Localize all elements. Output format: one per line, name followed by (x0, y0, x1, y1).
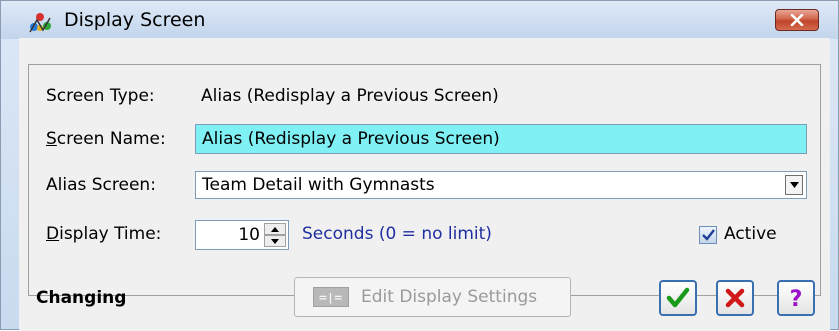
active-checkbox[interactable] (699, 226, 717, 244)
dialog-body: Screen Type: Alias (Redisplay a Previous… (19, 38, 830, 331)
display-time-label-accel: D (46, 224, 60, 244)
spinner-buttons (264, 223, 286, 247)
screen-type-label: Screen Type: (46, 86, 155, 106)
alias-screen-selected: Team Detail with Gymnasts (202, 175, 435, 195)
check-icon (666, 287, 690, 308)
screen-type-value: Alias (Redisplay a Previous Screen) (201, 86, 499, 106)
screen-name-label: Screen Name: (46, 129, 166, 149)
ok-button[interactable] (659, 280, 697, 316)
title-bar[interactable]: Display Screen (1, 1, 838, 39)
help-button[interactable]: ? (777, 280, 815, 316)
edit-display-settings-label: Edit Display Settings (361, 287, 538, 307)
question-icon: ? (790, 287, 803, 310)
edit-display-settings-button[interactable]: =|= Edit Display Settings (294, 277, 571, 317)
x-icon (725, 288, 745, 308)
close-button[interactable] (775, 9, 819, 31)
seconds-hint: Seconds (0 = no limit) (302, 224, 492, 244)
svg-text:?: ? (790, 287, 803, 310)
triangle-up-icon (271, 226, 279, 232)
spin-up-button[interactable] (264, 223, 286, 235)
active-label[interactable]: Active (724, 224, 777, 244)
cancel-button[interactable] (716, 280, 754, 316)
display-time-spinner[interactable]: 10 (195, 220, 289, 250)
display-time-label-text: isplay Time: (59, 224, 162, 244)
display-screen-window: Display Screen Screen Type: Alias (Redis… (0, 0, 839, 331)
chevron-down-icon (789, 182, 799, 188)
dropdown-arrow-button[interactable] (785, 175, 803, 195)
status-text: Changing (36, 288, 127, 308)
gymnasts-app-icon (29, 13, 51, 33)
spin-down-button[interactable] (264, 235, 286, 247)
display-time-label: Display Time: (46, 224, 161, 244)
display-settings-icon: =|= (313, 287, 349, 307)
checkmark-icon (701, 229, 715, 241)
window-title: Display Screen (64, 9, 206, 31)
alias-screen-label: Alias Screen: (46, 175, 156, 195)
close-icon (790, 14, 804, 26)
triangle-down-icon (271, 238, 279, 244)
alias-screen-dropdown[interactable]: Team Detail with Gymnasts (195, 171, 807, 199)
screen-name-input[interactable] (195, 124, 807, 154)
display-time-value[interactable]: 10 (238, 225, 260, 245)
screen-name-label-text: creen Name: (56, 129, 166, 149)
screen-name-label-accel: S (46, 129, 57, 149)
